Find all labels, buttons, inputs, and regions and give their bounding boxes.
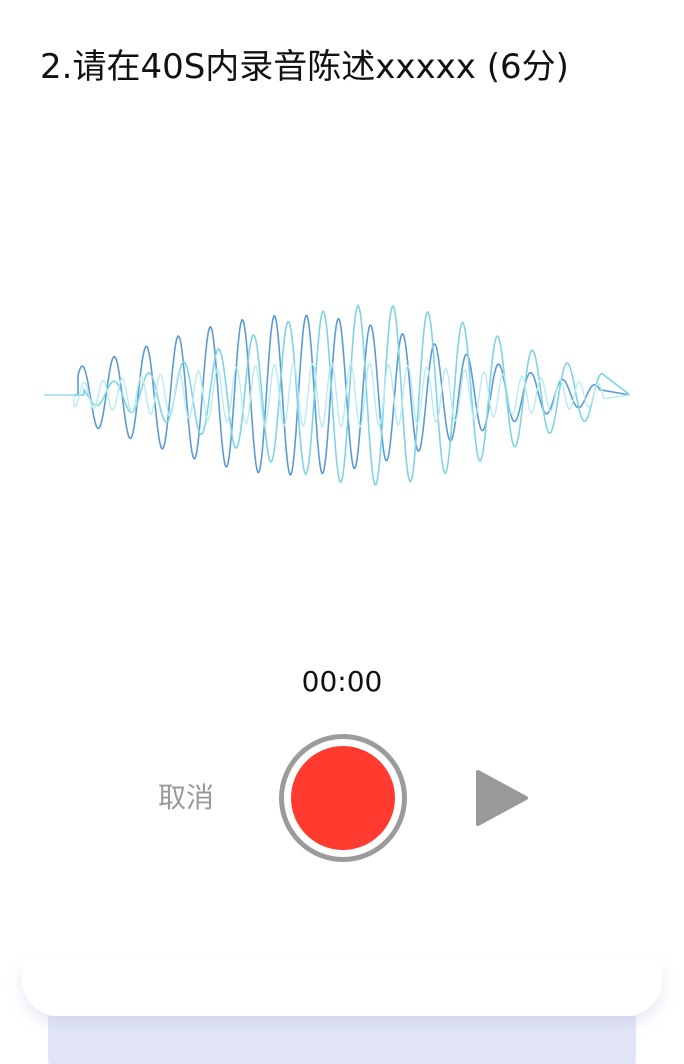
recorder-controls: 取消	[0, 730, 684, 862]
record-button[interactable]	[279, 734, 407, 862]
waveform-line-3	[44, 362, 630, 429]
play-icon	[476, 770, 528, 826]
recording-timer: 00:00	[301, 665, 383, 698]
play-button[interactable]	[470, 766, 534, 830]
recording-screen: 2.请在40S内录音陈述xxxxx (6分) 00:00 取消	[0, 0, 684, 1064]
question-title: 2.请在40S内录音陈述xxxxx (6分)	[40, 47, 569, 87]
bottom-card	[22, 960, 662, 1016]
bottom-card-shadow	[48, 1016, 636, 1064]
cancel-button[interactable]: 取消	[150, 778, 222, 818]
record-icon	[291, 746, 395, 850]
waveform-graphic	[44, 304, 630, 486]
